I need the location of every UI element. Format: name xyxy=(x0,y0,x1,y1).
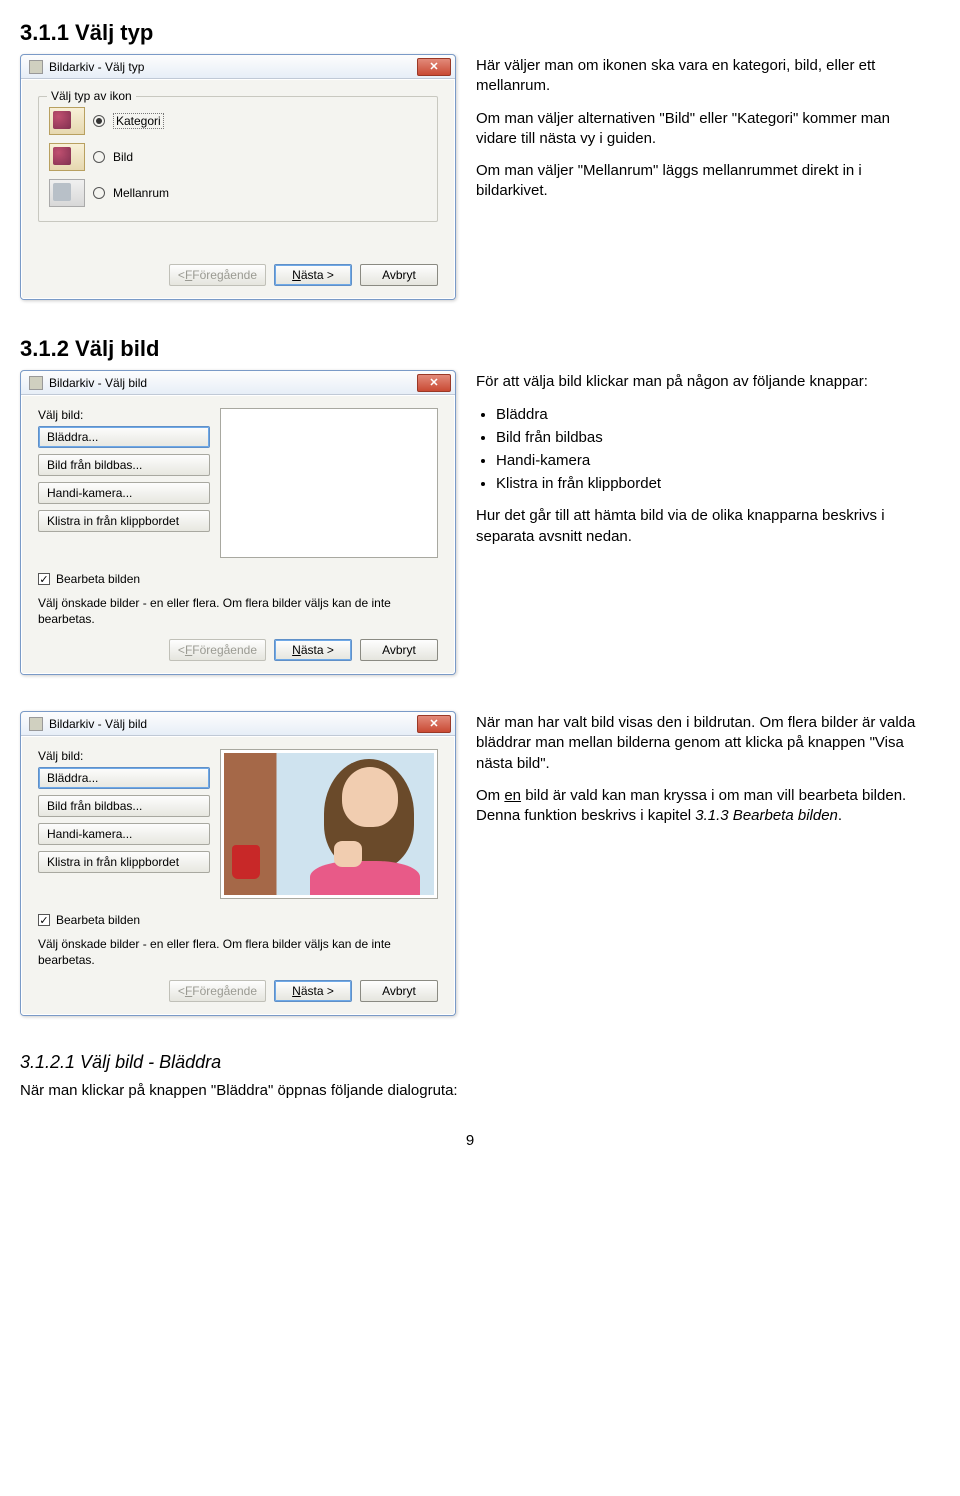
radio-icon xyxy=(93,115,105,127)
radio-icon xyxy=(93,151,105,163)
checkbox-icon: ✓ xyxy=(38,914,50,926)
image-preview xyxy=(220,749,438,899)
option-label: Mellanrum xyxy=(113,186,169,200)
bildbas-button[interactable]: Bild från bildbas... xyxy=(38,454,210,476)
radio-icon xyxy=(93,187,105,199)
prev-button: < FFöregående xyxy=(169,639,266,661)
paragraph: Om en bild är vald kan man kryssa i om m… xyxy=(476,786,920,827)
heading-312: 3.1.2 Välj bild xyxy=(20,336,920,362)
list-item: Bild från bildbas xyxy=(496,427,920,448)
dialog-valj-bild-filled: Bildarkiv - Välj bild ✕ Välj bild: Blädd… xyxy=(20,711,456,1016)
page-number: 9 xyxy=(20,1132,920,1149)
list-item: Klistra in från klippbordet xyxy=(496,473,920,494)
cancel-button[interactable]: Avbryt xyxy=(360,264,438,286)
browse-button[interactable]: Bläddra... xyxy=(38,426,210,448)
checkbox-label: Bearbeta bilden xyxy=(56,913,140,927)
bearbeta-checkbox[interactable]: ✓ Bearbeta bilden xyxy=(38,572,438,586)
clipboard-button[interactable]: Klistra in från klippbordet xyxy=(38,851,210,873)
side-label: Välj bild: xyxy=(38,749,210,763)
paragraph: För att välja bild klickar man på någon … xyxy=(476,372,920,392)
browse-button[interactable]: Bläddra... xyxy=(38,767,210,789)
kamera-button[interactable]: Handi-kamera... xyxy=(38,482,210,504)
titlebar: Bildarkiv - Välj bild ✕ xyxy=(21,712,455,736)
bildbas-button[interactable]: Bild från bildbas... xyxy=(38,795,210,817)
heading-311: 3.1.1 Välj typ xyxy=(20,20,920,46)
titlebar: Bildarkiv - Välj typ ✕ xyxy=(21,55,455,79)
close-icon[interactable]: ✕ xyxy=(417,715,451,733)
bullet-list: Bläddra Bild från bildbas Handi-kamera K… xyxy=(476,404,920,494)
paragraph: Här väljer man om ikonen ska vara en kat… xyxy=(476,56,920,97)
selected-photo xyxy=(224,753,434,895)
bearbeta-checkbox[interactable]: ✓ Bearbeta bilden xyxy=(38,913,438,927)
list-item: Bläddra xyxy=(496,404,920,425)
paragraph: När man har valt bild visas den i bildru… xyxy=(476,713,920,774)
window-icon xyxy=(29,717,43,731)
dialog-valj-typ: Bildarkiv - Välj typ ✕ Välj typ av ikon … xyxy=(20,54,456,300)
groupbox-valj-typ: Välj typ av ikon Kategori Bild xyxy=(38,96,438,222)
window-title: Bildarkiv - Välj bild xyxy=(49,376,417,390)
next-button[interactable]: Nästa > xyxy=(274,980,352,1002)
side-label: Välj bild: xyxy=(38,408,210,422)
help-text: Välj önskade bilder - en eller flera. Om… xyxy=(38,937,438,968)
paragraph: Om man väljer alternativen "Bild" eller … xyxy=(476,109,920,150)
kategori-icon xyxy=(49,107,85,135)
heading-3121: 3.1.2.1 Välj bild - Bläddra xyxy=(20,1052,920,1073)
close-icon[interactable]: ✕ xyxy=(417,374,451,392)
list-item: Handi-kamera xyxy=(496,450,920,471)
paragraph: Hur det går till att hämta bild via de o… xyxy=(476,506,920,547)
option-label: Bild xyxy=(113,150,133,164)
option-bild[interactable]: Bild xyxy=(49,139,427,175)
paragraph: När man klickar på knappen "Bläddra" öpp… xyxy=(20,1081,920,1101)
option-label: Kategori xyxy=(113,113,164,129)
titlebar: Bildarkiv - Välj bild ✕ xyxy=(21,371,455,395)
checkbox-label: Bearbeta bilden xyxy=(56,572,140,586)
option-mellanrum[interactable]: Mellanrum xyxy=(49,175,427,211)
next-button[interactable]: Nästa > xyxy=(274,264,352,286)
image-preview xyxy=(220,408,438,558)
help-text: Välj önskade bilder - en eller flera. Om… xyxy=(38,596,438,627)
mellanrum-icon xyxy=(49,179,85,207)
checkbox-icon: ✓ xyxy=(38,573,50,585)
window-title: Bildarkiv - Välj bild xyxy=(49,717,417,731)
prev-button: < FFöregående xyxy=(169,264,266,286)
group-legend: Välj typ av ikon xyxy=(47,89,136,103)
cancel-button[interactable]: Avbryt xyxy=(360,980,438,1002)
option-kategori[interactable]: Kategori xyxy=(49,103,427,139)
window-icon xyxy=(29,376,43,390)
cancel-button[interactable]: Avbryt xyxy=(360,639,438,661)
kamera-button[interactable]: Handi-kamera... xyxy=(38,823,210,845)
paragraph: Om man väljer "Mellanrum" läggs mellanru… xyxy=(476,161,920,202)
clipboard-button[interactable]: Klistra in från klippbordet xyxy=(38,510,210,532)
window-title: Bildarkiv - Välj typ xyxy=(49,60,417,74)
close-icon[interactable]: ✕ xyxy=(417,58,451,76)
bild-icon xyxy=(49,143,85,171)
dialog-valj-bild: Bildarkiv - Välj bild ✕ Välj bild: Blädd… xyxy=(20,370,456,675)
next-button[interactable]: Nästa > xyxy=(274,639,352,661)
prev-button: < FFöregående xyxy=(169,980,266,1002)
window-icon xyxy=(29,60,43,74)
